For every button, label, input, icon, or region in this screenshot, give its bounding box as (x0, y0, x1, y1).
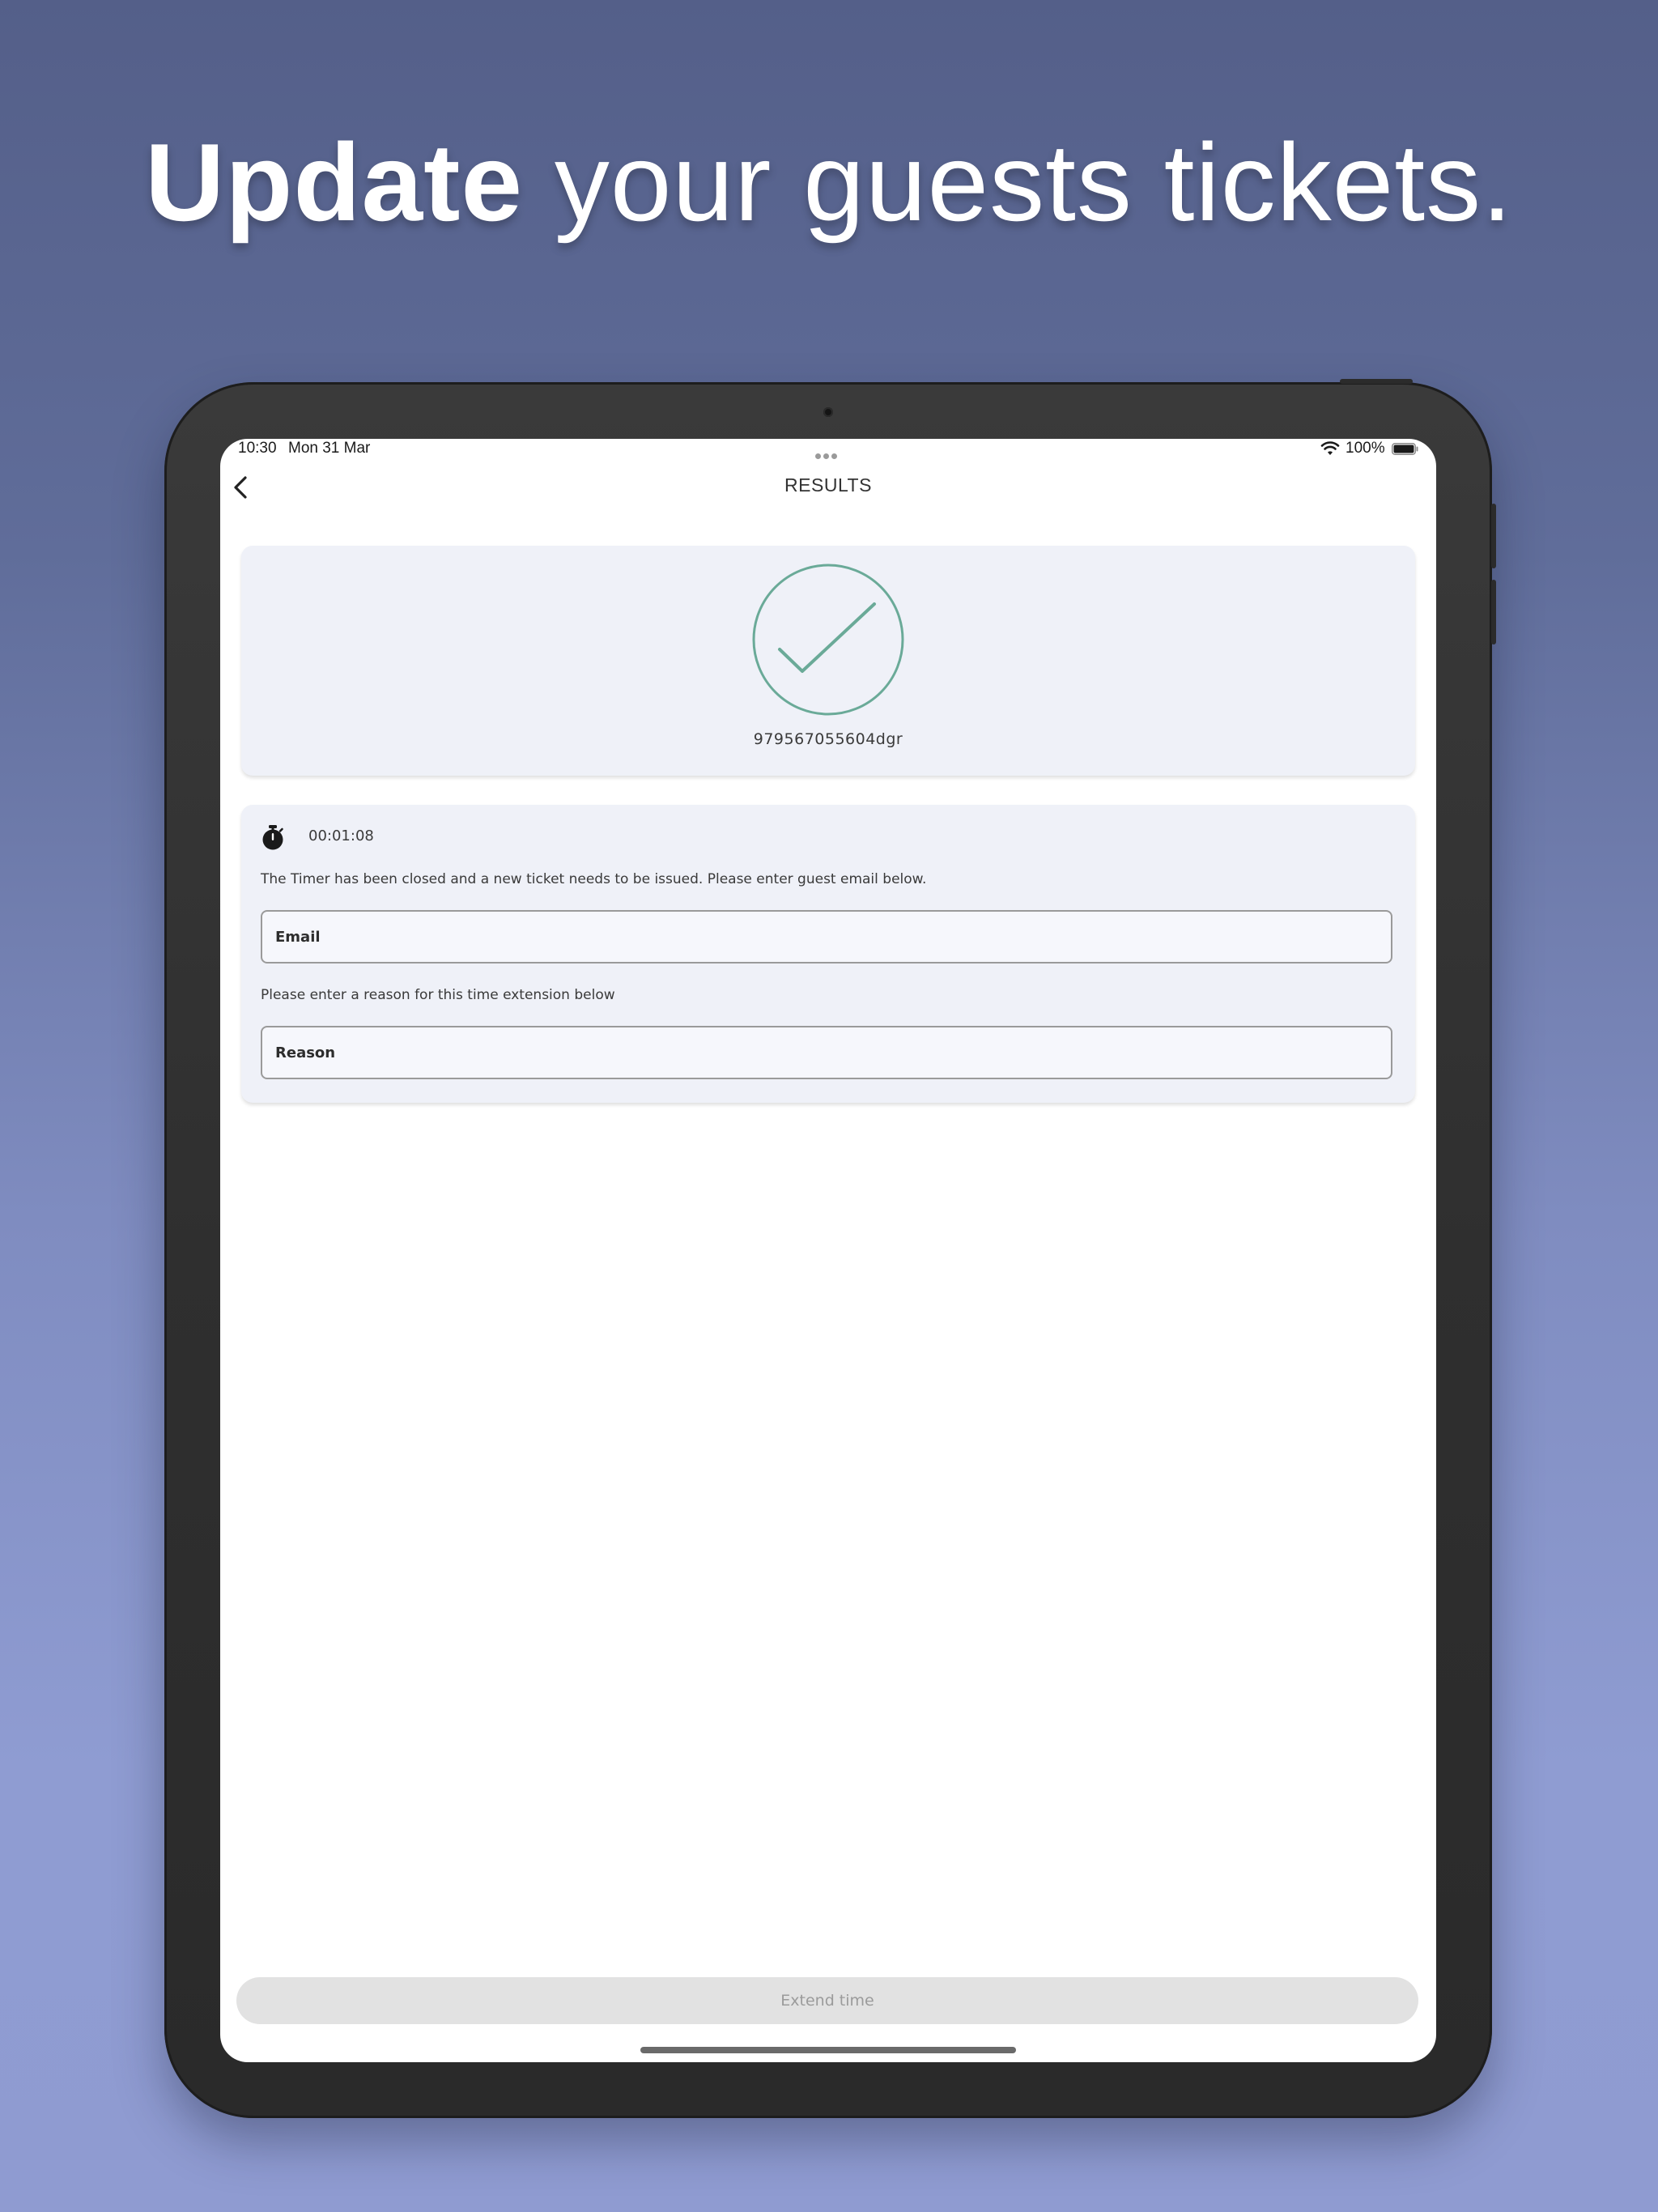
marketing-headline: Update your guests tickets. (0, 117, 1658, 247)
battery-percent: 100% (1346, 440, 1385, 457)
check-circle-icon (752, 564, 904, 716)
result-card: 979567055604dgr (241, 546, 1415, 776)
stopwatch-icon (262, 825, 283, 850)
ticket-id: 979567055604dgr (753, 730, 903, 748)
status-time: 10:30 (238, 440, 277, 457)
volume-up-button (1491, 504, 1496, 568)
reason-field[interactable] (261, 1026, 1392, 1079)
multitasking-dots-icon[interactable] (815, 446, 841, 459)
headline-strong: Update (145, 121, 524, 244)
front-camera (823, 407, 833, 417)
extend-time-button[interactable]: Extend time (236, 1977, 1418, 2024)
device-screen: 10:30 Mon 31 Mar 100% RESULTS 9795670556… (220, 439, 1436, 2062)
extension-form-card: 00:01:08 The Timer has been closed and a… (241, 805, 1415, 1103)
battery-icon (1392, 443, 1418, 455)
volume-down-button (1491, 580, 1496, 644)
email-field[interactable] (261, 910, 1392, 963)
headline-rest: your guests tickets. (554, 121, 1513, 244)
page-title: RESULTS (784, 474, 872, 496)
status-date: Mon 31 Mar (288, 440, 371, 457)
timer-value: 00:01:08 (308, 827, 374, 844)
ticket-closed-message: The Timer has been closed and a new tick… (261, 871, 927, 887)
top-button (1340, 379, 1413, 384)
home-indicator[interactable] (640, 2047, 1016, 2053)
status-bar: 10:30 Mon 31 Mar 100% (220, 439, 1436, 462)
navigation-bar: RESULTS (220, 468, 1436, 508)
wifi-icon (1320, 441, 1340, 455)
reason-prompt: Please enter a reason for this time exte… (261, 987, 615, 1003)
